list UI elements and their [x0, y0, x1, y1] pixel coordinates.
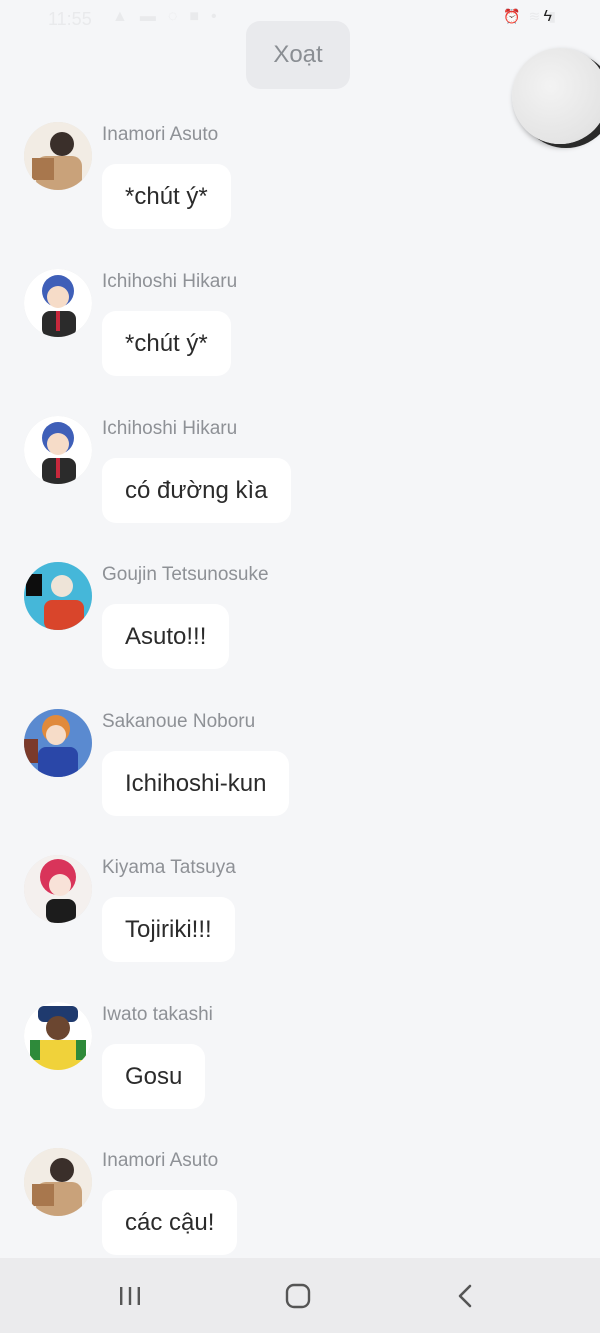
- avatar-image: [24, 1148, 92, 1216]
- avatar-image: [24, 855, 92, 923]
- notification-icons: ▲ ▬ ◌ ■ •: [112, 8, 217, 26]
- sender-name: Ichihoshi Hikaru: [102, 418, 238, 439]
- avatar-image: [24, 1002, 92, 1070]
- sender-name: Goujin Tetsunosuke: [102, 564, 269, 585]
- message-item: Kiyama Tatsuya Tojiriki!!!: [0, 855, 600, 995]
- sender-name: Sakanoue Noboru: [102, 711, 256, 732]
- avatar-image: [24, 562, 92, 630]
- battery-charging-icon: ϟ: [543, 8, 552, 25]
- message-bubble[interactable]: các cậu!: [102, 1190, 238, 1255]
- sender-name: Ichihoshi Hikaru: [102, 271, 238, 292]
- avatar-image: [24, 269, 92, 337]
- recent-apps-icon: [120, 1287, 140, 1305]
- avatar[interactable]: [24, 709, 92, 777]
- message-bubble[interactable]: Ichihoshi-kun: [102, 751, 290, 816]
- message-item: Ichihoshi Hikaru *chút ý*: [0, 269, 600, 409]
- sender-name: Kiyama Tatsuya: [102, 857, 236, 878]
- alarm-icon: ⏰: [503, 8, 521, 24]
- home-button[interactable]: [278, 1276, 318, 1316]
- avatar-image: [24, 416, 92, 484]
- avatar-image: [24, 122, 92, 190]
- message-icon: ▬: [139, 8, 156, 25]
- avatar[interactable]: [24, 562, 92, 630]
- delete-button[interactable]: Xoạt: [246, 21, 350, 89]
- sender-name: Inamori Asuto: [102, 124, 219, 145]
- home-icon: [285, 1283, 311, 1309]
- sender-name: Inamori Asuto: [102, 1150, 219, 1171]
- facebook-icon: ■: [189, 8, 200, 25]
- navigation-bar: [0, 1258, 600, 1333]
- avatar[interactable]: [24, 269, 92, 337]
- avatar[interactable]: [24, 1002, 92, 1070]
- messenger-icon: ◌: [167, 8, 178, 25]
- avatar[interactable]: [24, 855, 92, 923]
- message-bubble[interactable]: Asuto!!!: [102, 604, 230, 669]
- recent-apps-button[interactable]: [110, 1276, 150, 1316]
- avatar[interactable]: [24, 122, 92, 190]
- avatar[interactable]: [24, 1148, 92, 1216]
- message-bubble[interactable]: *chút ý*: [102, 164, 231, 229]
- message-item: Goujin Tetsunosuke Asuto!!!: [0, 562, 600, 702]
- status-time: 11:55: [48, 9, 92, 29]
- back-button[interactable]: [446, 1276, 486, 1316]
- back-icon: [458, 1284, 472, 1308]
- message-bubble[interactable]: *chút ý*: [102, 311, 231, 376]
- dot-icon: •: [211, 8, 217, 25]
- avatar-image: [24, 709, 92, 777]
- message-item: Iwato takashi Gosu: [0, 1002, 600, 1142]
- message-item: Inamori Asuto *chút ý*: [0, 122, 600, 262]
- message-item: Sakanoue Noboru Ichihoshi-kun: [0, 709, 600, 849]
- message-item: Ichihoshi Hikaru có đường kìa: [0, 416, 600, 556]
- avatar[interactable]: [24, 416, 92, 484]
- wifi-icon: ≋: [528, 8, 541, 24]
- message-bubble[interactable]: Gosu: [102, 1044, 206, 1109]
- warning-icon: ▲: [112, 8, 128, 25]
- message-bubble[interactable]: có đường kìa: [102, 458, 291, 523]
- message-bubble[interactable]: Tojiriki!!!: [102, 897, 235, 962]
- sender-name: Iwato takashi: [102, 1004, 213, 1025]
